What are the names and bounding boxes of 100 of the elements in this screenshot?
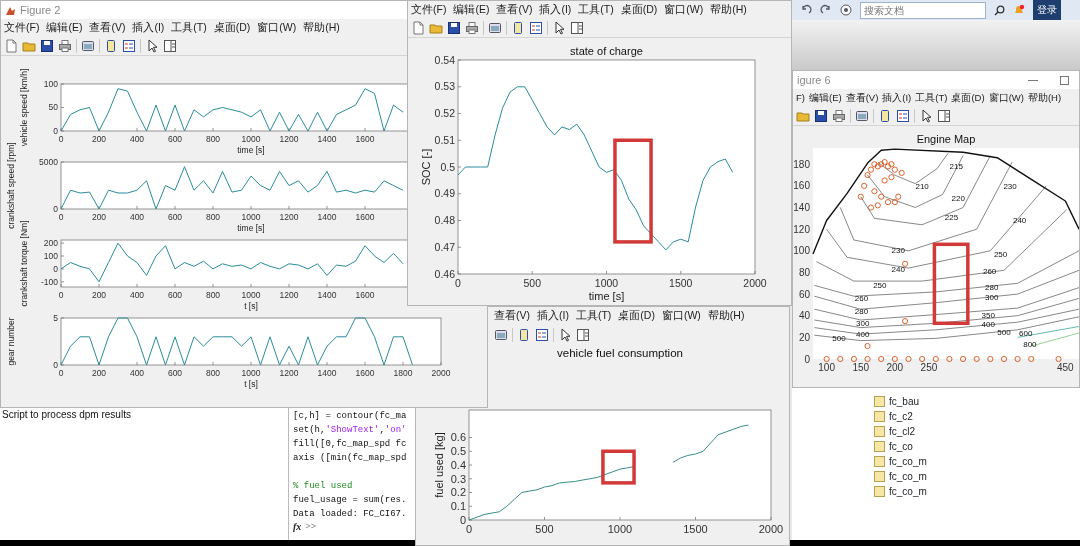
tick-label: 0 xyxy=(58,367,64,378)
tick-label: 600 xyxy=(167,211,183,222)
tick-label: 0.4 xyxy=(450,458,466,471)
tick-label: 1200 xyxy=(279,367,299,378)
tick-label: 0.53 xyxy=(434,80,455,93)
tick-label: 1500 xyxy=(683,523,708,535)
tick-label: 0 xyxy=(465,523,473,535)
tick-label: 100 xyxy=(43,78,58,89)
code-line: axis ([min(fc_map_spd xyxy=(293,452,408,465)
contour-label: 250 xyxy=(993,250,1008,260)
contour-label: 210 xyxy=(915,181,929,191)
tick-label: 0 xyxy=(53,204,58,214)
tick-label: 200 xyxy=(91,211,107,222)
tick-label: 1600 xyxy=(355,367,375,378)
tick-label: 200 xyxy=(886,362,904,373)
tick-label: 40 xyxy=(798,310,810,322)
tick-label: 0 xyxy=(58,133,64,144)
tick-label: 20 xyxy=(798,331,810,343)
axis-label: time [s] xyxy=(588,290,625,302)
tick-label: 1200 xyxy=(279,211,299,222)
tick-label: 150 xyxy=(852,362,870,373)
tick-label: 1400 xyxy=(317,367,337,378)
contour-label: 220 xyxy=(951,193,965,203)
tick-label: 1000 xyxy=(241,133,261,144)
tick-label: 1600 xyxy=(355,133,375,144)
tick-label: 1400 xyxy=(317,289,337,300)
axis-label: t [s] xyxy=(244,301,258,311)
tick-label: 1600 xyxy=(355,211,375,222)
chart-title: Engine Map xyxy=(916,133,976,145)
contour-label: 225 xyxy=(944,213,959,223)
tick-label: 0 xyxy=(53,360,58,370)
tick-label: 200 xyxy=(91,289,107,300)
tick-label: 0.52 xyxy=(434,107,455,120)
window-title: Figure 2 xyxy=(20,2,61,18)
tick-label: 200 xyxy=(91,133,107,144)
contour-label: 400 xyxy=(856,330,870,340)
tick-label: 1000 xyxy=(241,289,261,300)
contour-label: 250 xyxy=(873,281,887,291)
tick-label: -100 xyxy=(41,276,58,287)
tick-label: 200 xyxy=(91,367,107,378)
tick-label: 1000 xyxy=(607,523,633,535)
tick-label: 500 xyxy=(535,523,554,535)
contour-label: 230 xyxy=(891,245,905,255)
axis-label: gear number xyxy=(6,317,16,366)
axis-label: vehicle speed [km/h] xyxy=(19,68,29,147)
tick-label: 400 xyxy=(129,211,145,222)
tick-label: 1500 xyxy=(669,276,693,289)
axis-label: fuel used [kg] xyxy=(433,432,445,498)
tick-label: 5000 xyxy=(39,157,58,167)
contour-label: 260 xyxy=(982,267,997,277)
tick-label: 0.6 xyxy=(450,431,466,444)
tick-label: 1000 xyxy=(594,276,619,289)
tick-label: 1600 xyxy=(355,289,375,300)
tick-label: 600 xyxy=(167,133,183,144)
tick-label: 0 xyxy=(804,353,810,365)
tick-label: 0.46 xyxy=(434,267,455,280)
contour-label: 800 xyxy=(1023,339,1037,349)
tick-label: 0 xyxy=(53,263,58,274)
tick-label: 0.47 xyxy=(434,240,455,253)
tick-label: 0 xyxy=(455,276,461,289)
tick-label: 0.2 xyxy=(450,486,466,499)
tick-label: 180 xyxy=(793,158,810,170)
axis-label: time [s] xyxy=(237,145,265,155)
tick-label: 450 xyxy=(1057,362,1074,373)
contour-label: 500 xyxy=(832,334,846,344)
contour-label: 280 xyxy=(854,307,869,317)
tick-label: 400 xyxy=(129,289,145,300)
tick-label: 400 xyxy=(129,133,145,144)
tick-label: 0.54 xyxy=(434,53,455,66)
function-prompt: fx xyxy=(293,521,302,533)
tick-label: 400 xyxy=(129,367,145,378)
tick-label: 0.51 xyxy=(434,133,455,146)
tick-label: 120 xyxy=(793,223,810,235)
tick-label: 0 xyxy=(459,513,466,526)
tick-label: 0 xyxy=(58,211,64,222)
tick-label: 800 xyxy=(205,367,221,378)
tick-label: 0 xyxy=(58,289,64,300)
tick-label: 600 xyxy=(167,367,183,378)
contour-label: 240 xyxy=(891,265,905,275)
tick-label: 140 xyxy=(793,202,810,213)
contour-label: 280 xyxy=(985,282,999,292)
tick-label: 1800 xyxy=(393,367,413,378)
chart-title: state of charge xyxy=(570,45,643,57)
tick-label: 0.1 xyxy=(450,500,466,513)
code-line: [c,h] = contour(fc_ma xyxy=(293,410,408,423)
tick-label: 0.48 xyxy=(434,214,455,227)
tick-label: 50 xyxy=(48,102,58,113)
code-line: Data loaded: FC_CI67. xyxy=(293,508,408,521)
prompt-symbol: >> xyxy=(305,521,317,533)
contour-label: 260 xyxy=(854,294,869,304)
tick-label: 0.5 xyxy=(450,445,466,458)
contour-label: 600 xyxy=(1019,329,1033,339)
contour-label: 230 xyxy=(1003,181,1017,191)
tick-label: 100 xyxy=(43,251,58,261)
tick-label: 100 xyxy=(818,362,835,373)
tick-label: 800 xyxy=(205,133,221,144)
tick-label: 100 xyxy=(793,245,810,257)
tick-label: 60 xyxy=(798,288,810,300)
tick-label: 1400 xyxy=(317,133,337,144)
code-line: fill([0,fc_map_spd fc xyxy=(293,438,408,451)
